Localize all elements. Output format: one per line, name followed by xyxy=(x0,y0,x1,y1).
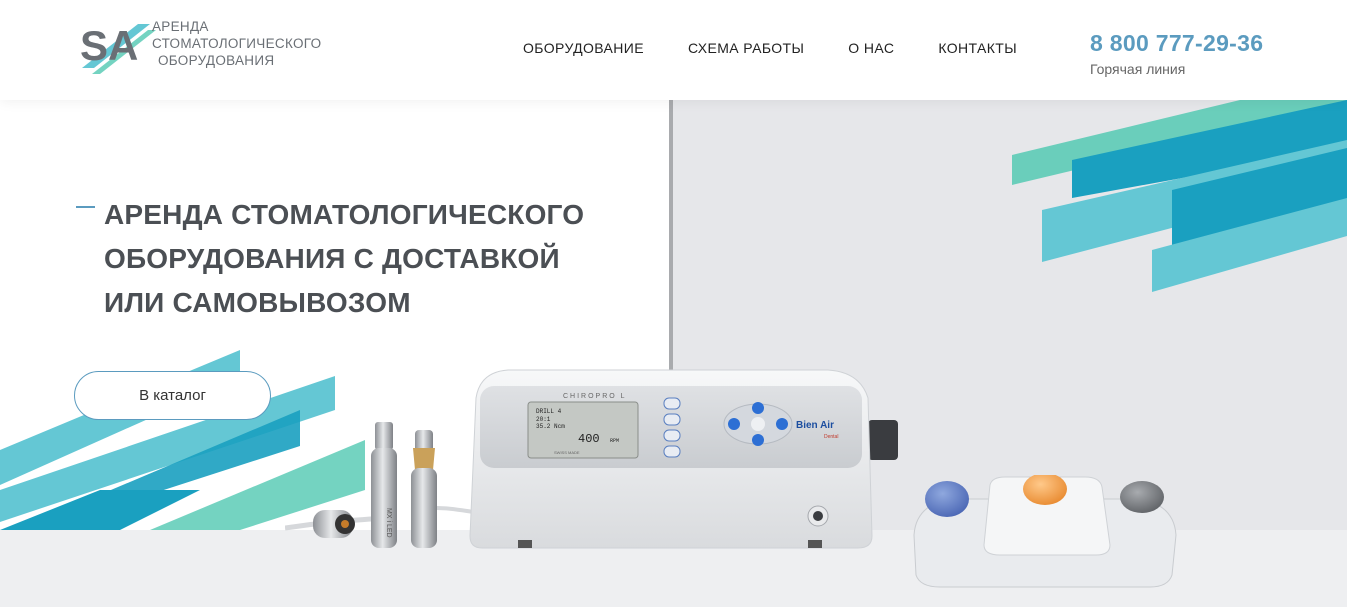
stand-pole xyxy=(669,100,673,372)
nav-about[interactable]: О НАС xyxy=(848,40,894,56)
phone-block: 8 800 777-29-36 Горячая линия xyxy=(1090,30,1263,77)
console-model-label: CHIROPRO L xyxy=(563,393,627,400)
catalog-button[interactable]: В каталог xyxy=(74,371,271,420)
logo-line-2: СТОМАТОЛОГИЧЕСКОГО xyxy=(152,36,322,51)
main-nav: ОБОРУДОВАНИЕ СХЕМА РАБОТЫ О НАС КОНТАКТЫ xyxy=(523,40,1061,56)
headline-dash xyxy=(76,206,95,208)
foot-pedal-image xyxy=(913,475,1177,588)
surgical-console: CHIROPRO L DRILL 4 20:1 35.2 Ncm 400 RPM… xyxy=(468,368,898,550)
handpiece-label: MX i LED xyxy=(385,508,392,538)
site-header: SA АРЕНДА СТОМАТОЛОГИЧЕСКОГО ОБОРУДОВАНИ… xyxy=(0,0,1347,100)
headline-line-1: АРЕНДА СТОМАТОЛОГИЧЕСКОГО xyxy=(104,199,585,230)
handpieces-image: MX i LED xyxy=(285,422,474,548)
nav-equipment[interactable]: ОБОРУДОВАНИЕ xyxy=(523,40,644,56)
logo[interactable]: SA АРЕНДА СТОМАТОЛОГИЧЕСКОГО ОБОРУДОВАНИ… xyxy=(78,16,338,80)
headline-line-2: ОБОРУДОВАНИЯ С ДОСТАВКОЙ xyxy=(104,243,560,274)
screen-sub: SWISS MADE xyxy=(554,450,580,455)
hero-headline: АРЕНДА СТОМАТОЛОГИЧЕСКОГО ОБОРУДОВАНИЯ С… xyxy=(104,193,624,325)
logo-mark-icon: SA xyxy=(80,22,156,74)
logo-text: АРЕНДА СТОМАТОЛОГИЧЕСКОГО ОБОРУДОВАНИЯ xyxy=(152,18,321,69)
hero-section: АРЕНДА СТОМАТОЛОГИЧЕСКОГО ОБОРУДОВАНИЯ С… xyxy=(0,100,1347,607)
screen-line-2: 20:1 xyxy=(536,416,551,423)
screen-unit: RPM xyxy=(610,438,619,444)
nav-contacts[interactable]: КОНТАКТЫ xyxy=(938,40,1017,56)
screen-line-1: DRILL 4 xyxy=(536,408,562,415)
screen-line-3: 35.2 Ncm xyxy=(536,423,565,430)
console-brand: Bien Air xyxy=(796,420,834,431)
console-brand-sub: Dental xyxy=(824,434,838,440)
phone-number[interactable]: 8 800 777-29-36 xyxy=(1090,30,1263,57)
logo-line-1: АРЕНДА xyxy=(152,19,209,34)
screen-rpm: 400 xyxy=(578,432,600,446)
logo-letters: SA xyxy=(80,22,138,69)
logo-line-3: ОБОРУДОВАНИЯ xyxy=(158,53,275,68)
phone-caption: Горячая линия xyxy=(1090,61,1186,77)
decorative-stripes-right xyxy=(1012,100,1347,292)
headline-line-3: ИЛИ САМОВЫВОЗОМ xyxy=(104,287,411,318)
nav-workflow[interactable]: СХЕМА РАБОТЫ xyxy=(688,40,804,56)
